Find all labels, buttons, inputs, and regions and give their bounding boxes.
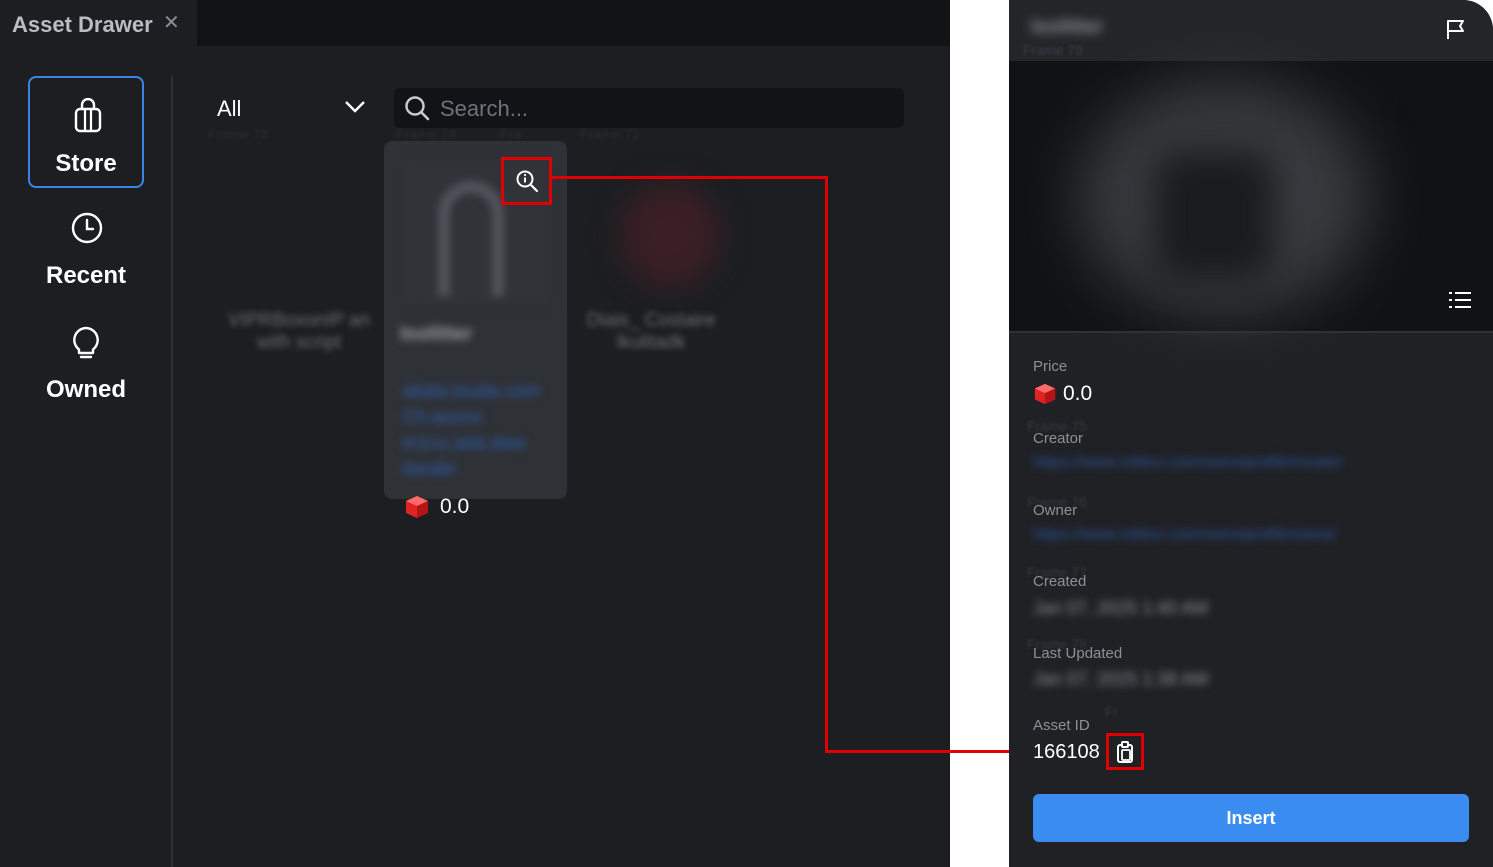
tab-asset-drawer[interactable]: Asset Drawer ✕ <box>0 0 197 46</box>
tab-title: Asset Drawer <box>12 12 153 37</box>
price-label: Price <box>1033 358 1068 375</box>
frame-label: Fra <box>500 126 521 142</box>
asset-card-price: 0.0 <box>404 494 469 520</box>
list-icon[interactable] <box>1449 291 1471 309</box>
detail-title: Isolitter <box>1031 16 1104 38</box>
price-value: 0.0 <box>440 495 470 518</box>
sidebar-item-recent[interactable]: Recent <box>28 198 144 310</box>
asset-card-creator: aliata.louda.com Ch.aocnx m1cu.ada.daw d… <box>402 381 541 480</box>
clock-icon <box>71 212 103 244</box>
sidebar-item-label: Store <box>55 150 117 177</box>
search-bar <box>394 88 904 128</box>
asset-id-label: Asset ID <box>1033 717 1090 734</box>
frame-label: Frame 72 <box>580 126 640 142</box>
asset-id-value: 166108 <box>1033 741 1100 763</box>
close-icon[interactable]: ✕ <box>163 10 180 35</box>
sidebar-item-label: Owned <box>45 376 126 403</box>
search-icon <box>405 96 430 121</box>
detail-price: 0.0 <box>1033 382 1092 406</box>
creator-label: Creator <box>1033 430 1084 447</box>
preview-shape <box>1154 151 1274 281</box>
sidebar-item-owned[interactable]: Owned <box>28 312 144 424</box>
insert-button[interactable]: Insert <box>1033 794 1469 842</box>
created-value: Jan 07, 2025 1:40 AM <box>1033 598 1209 618</box>
creator-link[interactable]: https://www.roblox.com/users/profile/cre… <box>1033 454 1343 476</box>
arch-shape <box>438 181 504 296</box>
sidebar-item-store[interactable]: Store <box>28 76 144 188</box>
asset-detail-panel: Isolitter Frame 79 Price 0.0 Frame 75 Cr… <box>1009 0 1493 867</box>
frame-label: Fr <box>1105 704 1119 720</box>
bag-icon <box>74 98 102 133</box>
asset-drawer-panel: Asset Drawer ✕ Store Recent Owned All Se… <box>0 0 950 867</box>
dropdown-label: All <box>217 96 242 121</box>
created-label: Created <box>1033 573 1087 590</box>
connector-line <box>550 176 828 179</box>
tab-bar: Asset Drawer ✕ <box>0 0 950 46</box>
category-dropdown[interactable]: All <box>204 90 374 126</box>
sidebar-item-label: Recent <box>45 262 127 289</box>
owner-label: Owner <box>1033 502 1078 519</box>
sidebar-divider <box>171 76 173 867</box>
asset-card-name: Isolitter <box>400 323 473 345</box>
price-value: 0.0 <box>1063 382 1093 405</box>
asset-preview-image <box>1009 61 1493 331</box>
owner-link[interactable]: https://www.roblox.com/users/profile/own… <box>1033 526 1337 548</box>
chevron-down-icon <box>345 101 365 113</box>
asset-thumbnail <box>620 183 720 288</box>
last-updated-value: Jan 07, 2025 1:38 AM <box>1033 669 1209 689</box>
robux-cube-icon <box>1034 383 1056 405</box>
divider <box>1009 331 1493 333</box>
frame-label: Frame 73 <box>208 126 268 142</box>
last-updated-label: Last Updated <box>1033 645 1123 662</box>
search-input[interactable] <box>438 92 892 126</box>
asset-card-name[interactable]: VIPRBoxonIP an with script <box>226 310 372 354</box>
lightbulb-icon <box>73 326 99 359</box>
connector-line <box>825 176 828 753</box>
frame-label: Frame 79 <box>1023 42 1083 58</box>
highlight-box-details <box>501 157 552 205</box>
asset-card-name[interactable]: Diais_ Costaire lkulitadk <box>576 310 726 354</box>
detail-header: Isolitter Frame 79 <box>1009 0 1493 61</box>
flag-icon[interactable] <box>1445 18 1467 40</box>
frame-label: Frame 74 <box>396 126 456 142</box>
highlight-box-copy <box>1106 733 1144 770</box>
robux-cube-icon <box>406 496 428 518</box>
